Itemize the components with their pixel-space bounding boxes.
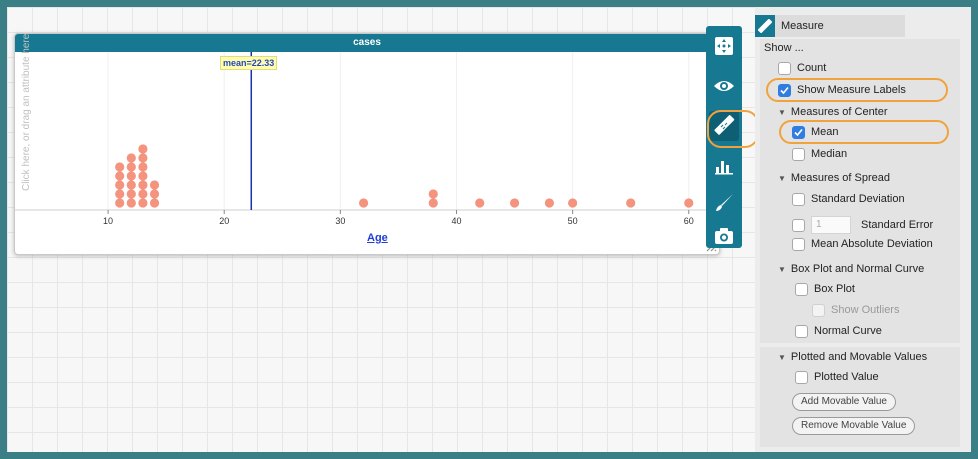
mad-label: Mean Absolute Deviation <box>811 238 933 250</box>
data-point <box>126 180 136 190</box>
plotted-value-checkbox[interactable] <box>795 370 808 384</box>
std-dev-checkbox[interactable] <box>792 192 805 206</box>
box-plot-option[interactable]: Box Plot <box>795 280 855 298</box>
data-point <box>138 171 148 181</box>
remove-movable-value-button[interactable]: Remove Movable Value <box>792 417 916 435</box>
data-point <box>428 189 438 199</box>
std-err-checkbox[interactable] <box>792 218 805 232</box>
box-header[interactable]: ▼ Box Plot and Normal Curve <box>778 260 924 278</box>
y-axis-drop-hint[interactable]: Click here, or drag an attribute here <box>21 34 35 191</box>
move-icon[interactable] <box>712 34 736 58</box>
count-checkbox[interactable] <box>778 61 791 75</box>
collapse-triangle-icon[interactable]: ▼ <box>778 353 786 362</box>
data-point <box>428 198 438 208</box>
x-tick-label: 20 <box>219 216 229 226</box>
data-point <box>568 198 578 208</box>
data-point <box>126 162 136 172</box>
std-err-multiplier-input[interactable]: 1 <box>811 216 851 234</box>
eye-icon[interactable] <box>712 74 736 98</box>
mad-checkbox[interactable] <box>792 237 805 251</box>
data-point <box>126 171 136 181</box>
data-point <box>138 153 148 163</box>
data-point <box>684 198 694 208</box>
show-outliers-option[interactable]: Show Outliers <box>812 301 899 319</box>
data-point <box>115 171 125 181</box>
show-label: Show ... <box>764 42 804 54</box>
box-plot-section: ▼ Box Plot and Normal Curve Box Plot Sho… <box>760 259 960 343</box>
data-point <box>149 189 160 199</box>
ruler-tool-highlight <box>707 110 759 148</box>
show-measure-labels-highlight <box>766 78 948 102</box>
camera-icon[interactable] <box>712 224 736 248</box>
x-tick-label: 10 <box>103 216 113 226</box>
median-option[interactable]: Median <box>792 145 847 163</box>
x-tick-label: 60 <box>684 216 694 226</box>
x-axis-label[interactable]: Age <box>367 232 388 244</box>
std-dev-option[interactable]: Standard Deviation <box>792 190 905 208</box>
data-point <box>509 198 520 208</box>
bar-chart-icon[interactable] <box>712 154 736 178</box>
data-point <box>126 198 136 208</box>
mean-value-label: mean=22.33 <box>220 56 278 70</box>
x-tick-label: 40 <box>451 216 461 226</box>
data-point <box>544 198 555 208</box>
mean-option-highlight <box>779 120 949 144</box>
plotted-value-label: Plotted Value <box>814 371 879 383</box>
data-point <box>115 162 125 172</box>
ruler-icon <box>755 15 775 37</box>
show-outliers-checkbox[interactable] <box>812 303 825 317</box>
std-err-option[interactable]: 1 Standard Error <box>792 216 933 234</box>
plotted-values-section: ▼ Plotted and Movable Values Plotted Val… <box>760 347 960 447</box>
box-plot-label: Box Plot <box>814 283 855 295</box>
graph-tile[interactable]: cases 10 20 30 40 50 60 Click here, or drag a… <box>14 33 720 255</box>
x-tick-label: 30 <box>335 216 345 226</box>
data-point <box>475 198 485 208</box>
data-point <box>149 198 160 208</box>
data-point <box>138 162 148 172</box>
add-movable-value-button[interactable]: Add Movable Value <box>792 393 896 411</box>
median-label: Median <box>811 148 848 160</box>
data-point <box>138 144 148 154</box>
collapse-triangle-icon[interactable]: ▼ <box>778 265 786 274</box>
data-point <box>115 198 125 208</box>
spread-header[interactable]: ▼ Measures of Spread <box>778 169 890 187</box>
data-point <box>138 189 148 199</box>
collapse-triangle-icon[interactable]: ▼ <box>778 108 786 117</box>
measure-panel-header: Measure <box>755 15 905 37</box>
normal-curve-label: Normal Curve <box>814 325 882 337</box>
plotted-header[interactable]: ▼ Plotted and Movable Values <box>778 348 927 366</box>
count-label: Count <box>797 62 827 74</box>
std-err-label: Standard Error <box>861 219 934 231</box>
count-option[interactable]: Count <box>778 59 826 77</box>
x-tick-label: 50 <box>568 216 578 226</box>
measure-panel-title: Measure <box>781 20 824 32</box>
measure-panel: Measure Show ... Count Show Measure Labe… <box>755 7 971 452</box>
mad-option[interactable]: Mean Absolute Deviation <box>792 235 933 253</box>
data-point <box>138 198 148 208</box>
center-header[interactable]: ▼ Measures of Center <box>778 103 888 121</box>
data-point <box>115 180 125 190</box>
data-point <box>126 189 136 199</box>
data-point <box>126 153 136 163</box>
data-point <box>358 198 369 208</box>
median-checkbox[interactable] <box>792 147 805 161</box>
normal-curve-checkbox[interactable] <box>795 324 808 338</box>
plotted-value-option[interactable]: Plotted Value <box>795 368 879 386</box>
normal-curve-option[interactable]: Normal Curve <box>795 322 882 340</box>
graph-title[interactable]: cases <box>15 34 719 52</box>
data-point <box>138 180 148 190</box>
data-point <box>149 180 160 190</box>
collapse-triangle-icon[interactable]: ▼ <box>778 174 786 183</box>
box-plot-checkbox[interactable] <box>795 282 808 296</box>
show-outliers-label: Show Outliers <box>831 304 900 316</box>
std-dev-label: Standard Deviation <box>811 193 905 205</box>
brush-icon[interactable] <box>712 191 736 215</box>
dot-plot[interactable]: 10 20 30 40 50 60 <box>15 52 720 255</box>
data-point <box>626 198 636 208</box>
data-point <box>115 189 125 199</box>
